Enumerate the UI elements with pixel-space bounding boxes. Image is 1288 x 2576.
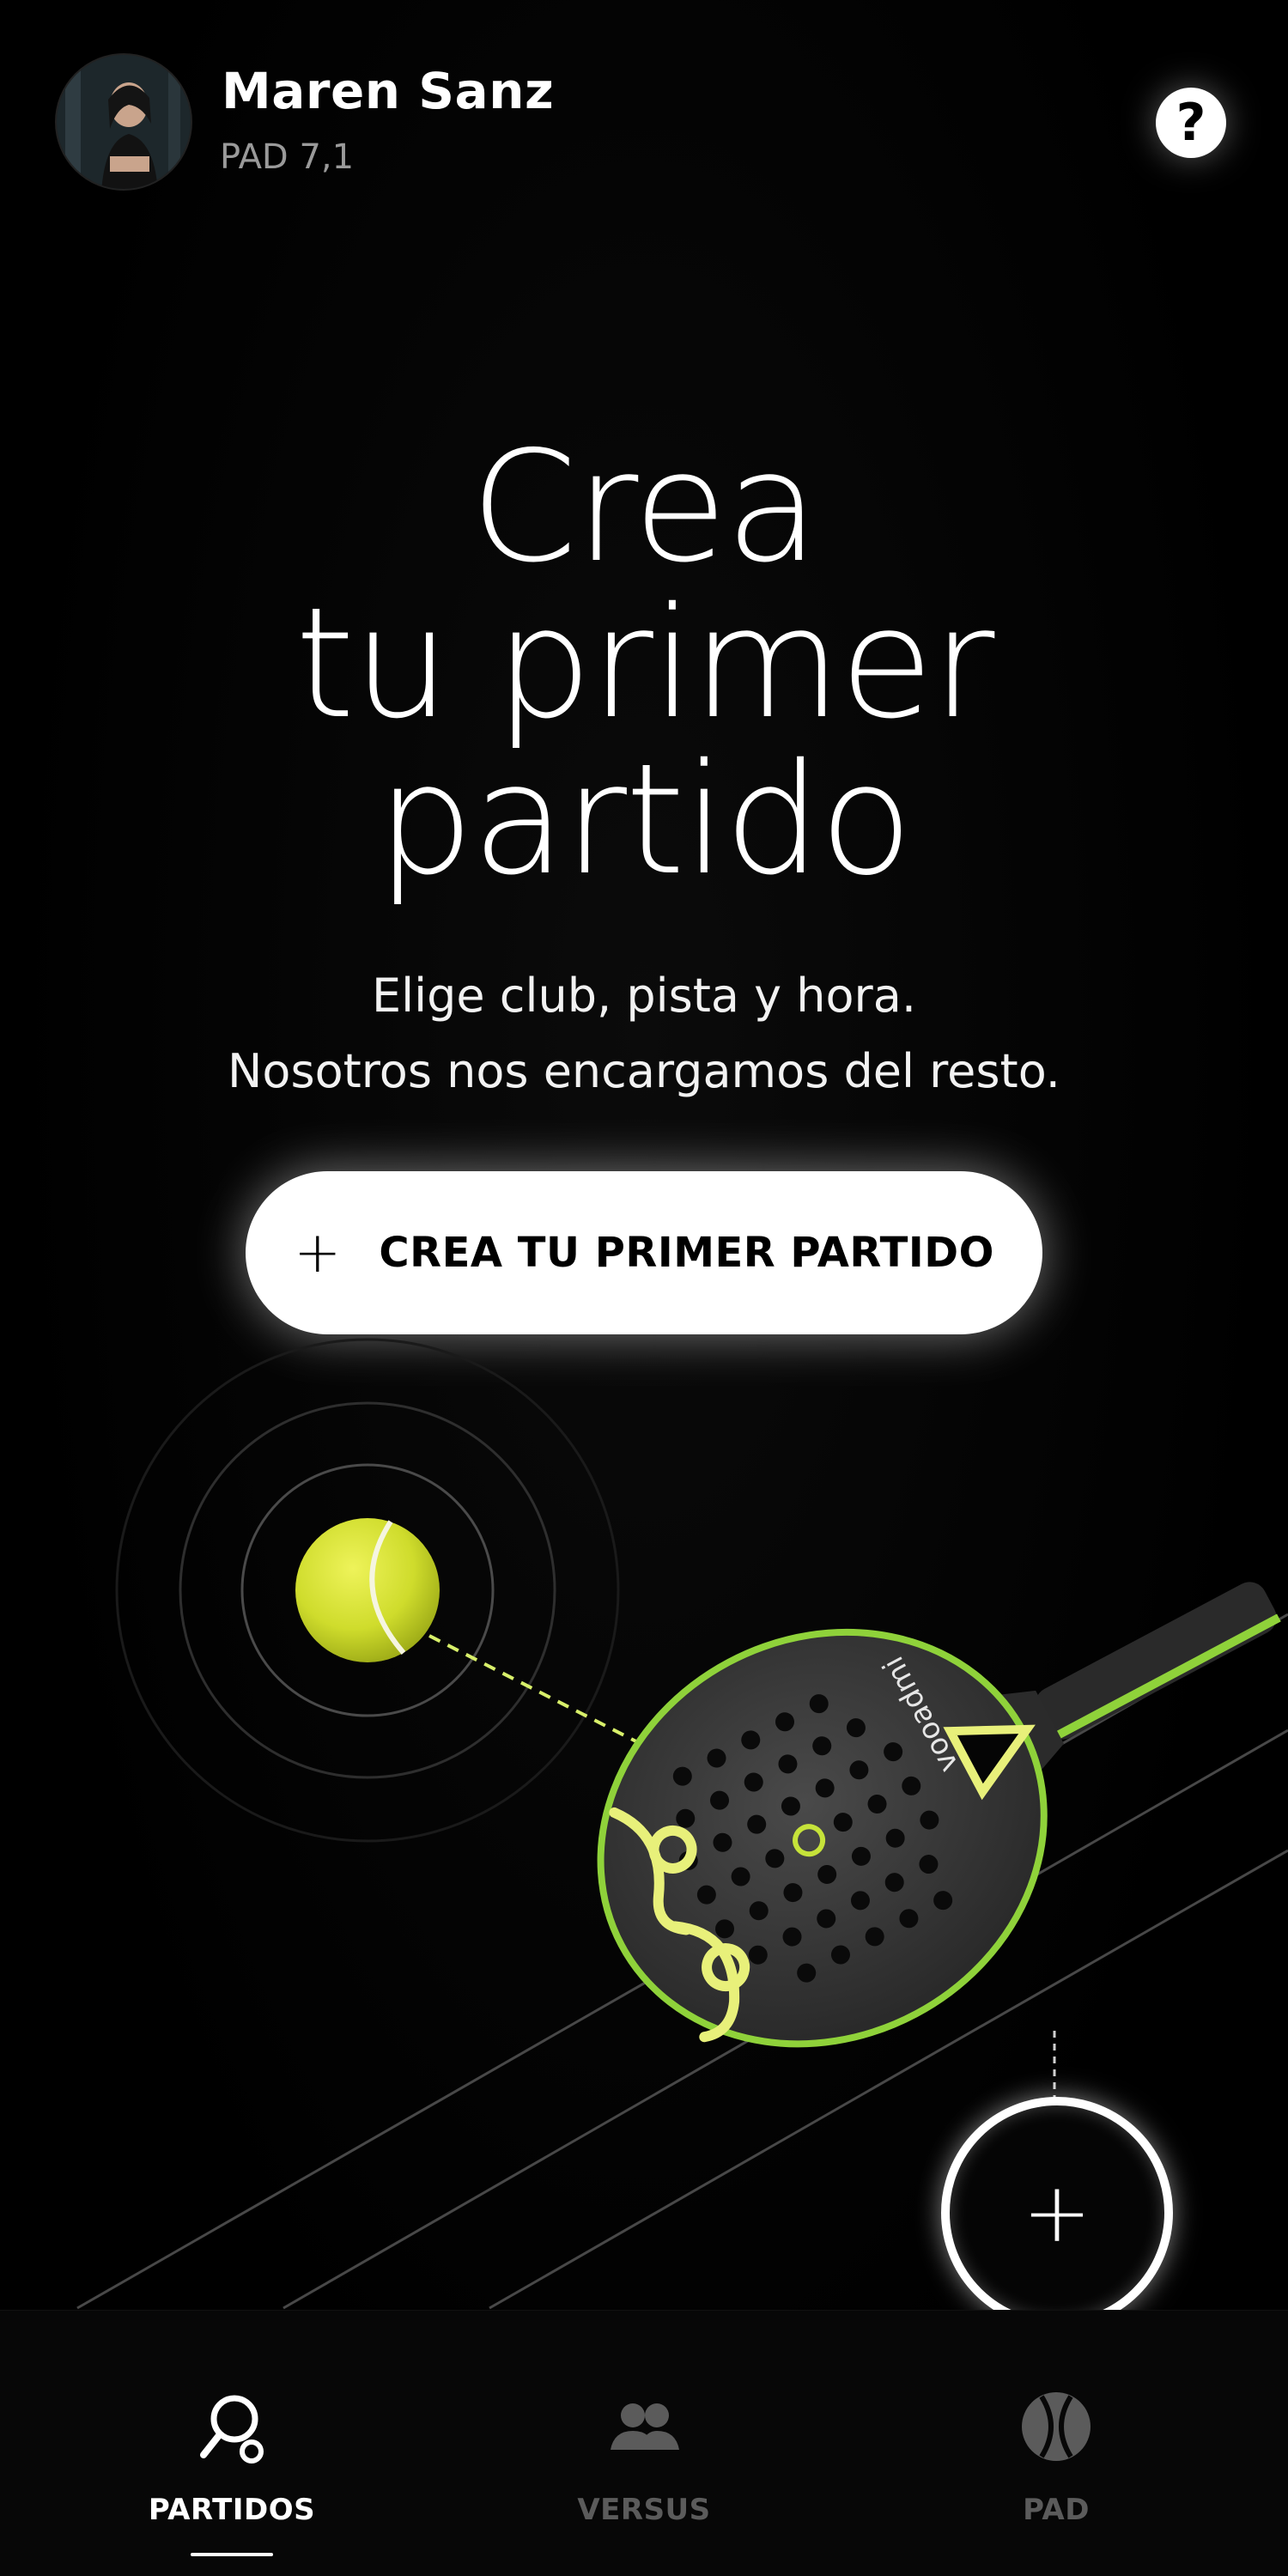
tab-pad[interactable]: PAD: [841, 2311, 1271, 2576]
hero-subtitle: Elige club, pista y hora. Nosotros nos e…: [0, 958, 1288, 1109]
create-first-match-label: CREA TU PRIMER PARTIDO: [379, 1229, 994, 1277]
racket-ball-icon: [200, 2395, 264, 2464]
tab-versus[interactable]: VERSUS: [429, 2311, 859, 2576]
plus-icon: +: [294, 1219, 342, 1285]
add-match-fab[interactable]: +: [941, 2097, 1173, 2329]
hero-subtitle-line-2: Nosotros nos encargamos del resto.: [228, 1044, 1060, 1098]
bottom-tab-bar: PARTIDOS VERSUS PAD: [0, 2310, 1288, 2576]
hero-title: Crea tu primer partido: [0, 429, 1288, 898]
hero-title-line-1: Crea: [470, 418, 819, 596]
partidos-screen: Maren Sanz PAD 7,1 ? Crea tu primer part…: [0, 0, 1288, 2576]
ball-icon: [1022, 2392, 1091, 2461]
avatar-photo: [57, 55, 191, 189]
people-icon: [611, 2403, 679, 2450]
hero-subtitle-line-1: Elige club, pista y hora.: [372, 969, 916, 1023]
hero-title-line-3: partido: [376, 731, 913, 908]
help-button[interactable]: ?: [1156, 88, 1226, 158]
tab-pad-label: PAD: [1023, 2493, 1090, 2527]
hero-title-line-2: tu primer: [295, 574, 995, 752]
avatar[interactable]: [55, 53, 192, 191]
tab-partidos[interactable]: PARTIDOS: [17, 2311, 447, 2576]
hero: Crea tu primer partido Elige club, pista…: [0, 429, 1288, 1109]
active-tab-indicator: [191, 2553, 273, 2556]
user-name: Maren Sanz: [222, 62, 555, 120]
padel-racket: vooadmi: [597, 1582, 1281, 2048]
create-first-match-button[interactable]: + CREA TU PRIMER PARTIDO: [246, 1171, 1042, 1334]
plus-icon: +: [1022, 2165, 1092, 2261]
user-level: PAD 7,1: [220, 137, 355, 177]
tab-versus-label: VERSUS: [577, 2493, 711, 2527]
header: Maren Sanz PAD 7,1 ?: [0, 0, 1288, 206]
ball-icon: [295, 1518, 440, 1662]
tab-partidos-label: PARTIDOS: [148, 2493, 316, 2527]
